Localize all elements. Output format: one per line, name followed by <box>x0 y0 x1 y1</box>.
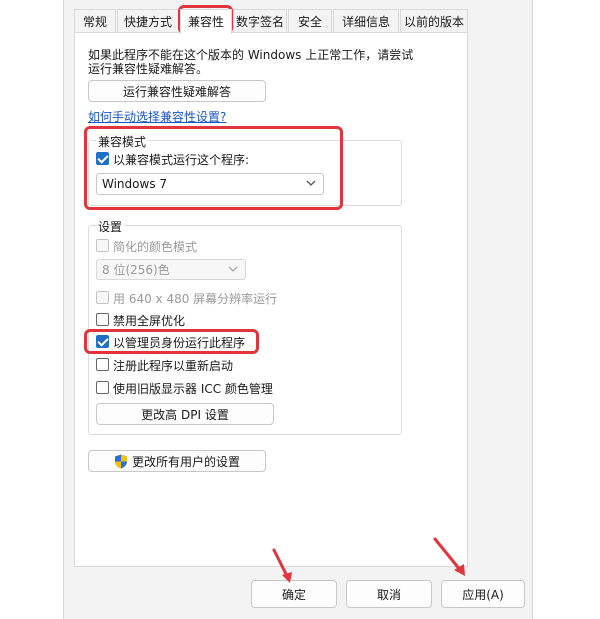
manual-settings-link[interactable]: 如何手动选择兼容性设置? <box>88 108 226 125</box>
reduced-color-checkbox[interactable] <box>96 239 109 252</box>
register-restart-checkbox[interactable] <box>96 358 109 371</box>
change-dpi-button[interactable]: 更改高 DPI 设置 <box>96 403 274 425</box>
tab-previous-versions[interactable]: 以前的版本 <box>400 9 468 33</box>
tab-details[interactable]: 详细信息 <box>333 9 399 33</box>
tab-digital-signature[interactable]: 数字签名 <box>233 9 287 33</box>
tab-shortcut[interactable]: 快捷方式 <box>117 9 179 33</box>
change-all-users-label: 更改所有用户的设置 <box>131 454 240 469</box>
tab-strip: 常规 快捷方式 兼容性 数字签名 安全 详细信息 以前的版本 <box>74 9 469 34</box>
uac-shield-icon <box>114 454 127 468</box>
run-as-admin-highlight-box <box>84 329 259 354</box>
register-restart-label: 注册此程序以重新启动 <box>113 359 234 373</box>
disable-fullscreen-label: 禁用全屏优化 <box>113 314 186 328</box>
color-mode-select[interactable]: 8 位(256)色 <box>96 259 246 280</box>
change-all-users-button[interactable]: 更改所有用户的设置 <box>88 450 266 472</box>
color-mode-value: 8 位(256)色 <box>102 263 170 277</box>
tab-general[interactable]: 常规 <box>74 9 116 33</box>
red-arrow-icon <box>272 548 292 583</box>
red-arrow-icon <box>433 537 465 576</box>
chevron-down-icon <box>228 266 238 272</box>
tab-compatibility[interactable]: 兼容性 <box>180 9 232 34</box>
compat-mode-highlight-box <box>84 126 343 210</box>
cancel-button[interactable]: 取消 <box>346 580 432 608</box>
disable-fullscreen-checkbox[interactable] <box>96 313 109 326</box>
apply-button[interactable]: 应用(A) <box>441 580 525 608</box>
reduced-color-label: 简化的颜色模式 <box>113 240 198 254</box>
legacy-icc-checkbox[interactable] <box>96 381 109 394</box>
res-640-label: 用 640 x 480 屏幕分辨率运行 <box>113 292 278 306</box>
tab-security[interactable]: 安全 <box>288 9 332 33</box>
res-640-checkbox[interactable] <box>96 291 109 304</box>
legacy-icc-label: 使用旧版显示器 ICC 颜色管理 <box>113 382 273 396</box>
settings-title: 设置 <box>96 218 125 235</box>
intro-text-line2: 运行兼容性疑难解答。 <box>88 62 209 76</box>
run-troubleshooter-button[interactable]: 运行兼容性疑难解答 <box>88 80 266 102</box>
